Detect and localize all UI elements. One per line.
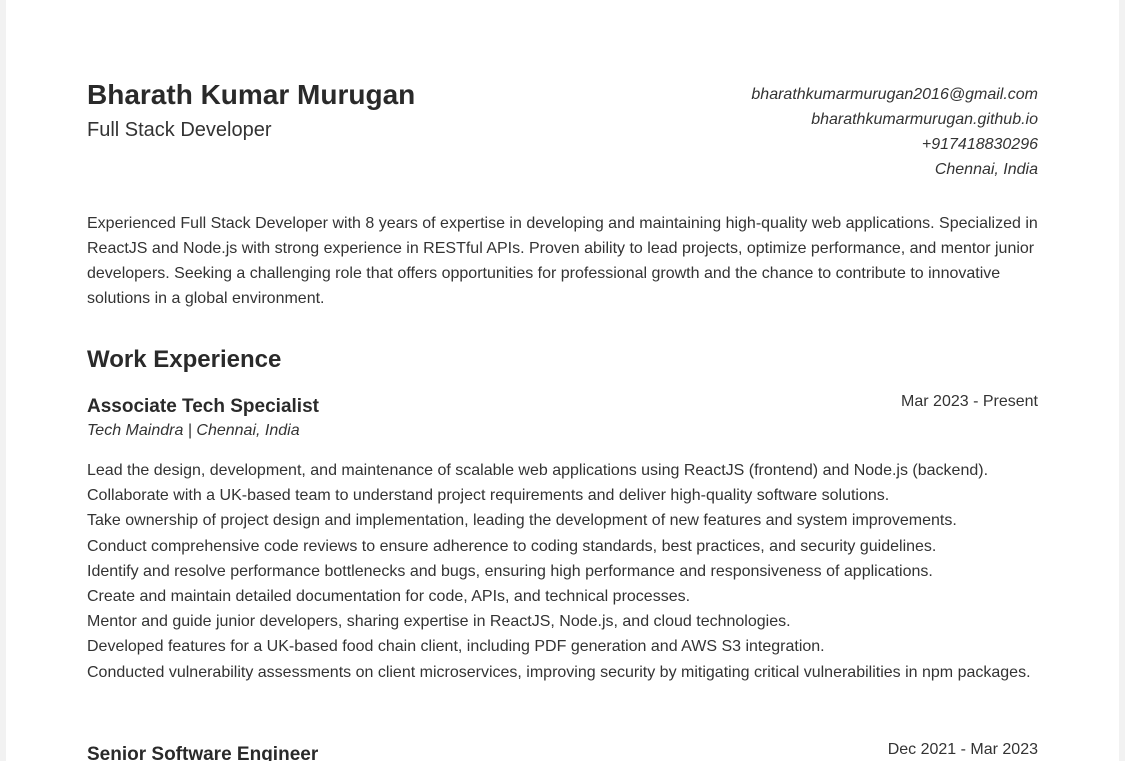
resume-content: Bharath Kumar Murugan Full Stack Develop… [87, 0, 1038, 761]
resume-header: Bharath Kumar Murugan Full Stack Develop… [87, 0, 1038, 200]
contact-website[interactable]: bharathkumarmurugan.github.io [751, 107, 1038, 132]
job-company: Tech Maindra | Chennai, India [87, 422, 300, 439]
duty-item: Collaborate with a UK-based team to unde… [87, 487, 890, 505]
candidate-name: Bharath Kumar Murugan [87, 79, 416, 110]
resume-page: Bharath Kumar Murugan Full Stack Develop… [6, 0, 1119, 761]
contact-location: Chennai, India [934, 161, 1038, 178]
candidate-role: Full Stack Developer [87, 119, 272, 141]
duty-item: Identify and resolve performance bottlen… [87, 562, 933, 580]
duty-item: Create and maintain detailed documentati… [87, 588, 691, 606]
professional-summary: Experienced Full Stack Developer with 8 … [87, 215, 1038, 307]
job-duties-list: Lead the design, development, and mainte… [87, 458, 1038, 685]
contact-phone[interactable]: +917418830296 [751, 132, 1038, 157]
contact-email[interactable]: bharathkumarmurugan2016@gmail.com [751, 82, 1038, 107]
job-entry: Senior Software Engineer Dec 2021 - Mar … [87, 741, 1038, 761]
job-entry: Associate Tech Specialist Mar 2023 - Pre… [87, 393, 1038, 685]
job-dates: Dec 2021 - Mar 2023 [887, 741, 1038, 758]
duty-item: Conducted vulnerability assessments on c… [87, 663, 1031, 681]
job-title: Associate Tech Specialist [87, 396, 319, 417]
contact-info: bharathkumarmurugan2016@gmail.com bharat… [751, 82, 1038, 182]
job-dates: Mar 2023 - Present [901, 393, 1038, 410]
duty-item: Take ownership of project design and imp… [87, 512, 957, 530]
duty-item: Conduct comprehensive code reviews to en… [87, 537, 937, 555]
duty-item: Lead the design, development, and mainte… [87, 462, 989, 479]
duty-item: Mentor and guide junior developers, shar… [87, 613, 791, 631]
section-title-work-experience: Work Experience [87, 346, 282, 373]
duty-item: Developed features for a UK-based food c… [87, 638, 825, 656]
